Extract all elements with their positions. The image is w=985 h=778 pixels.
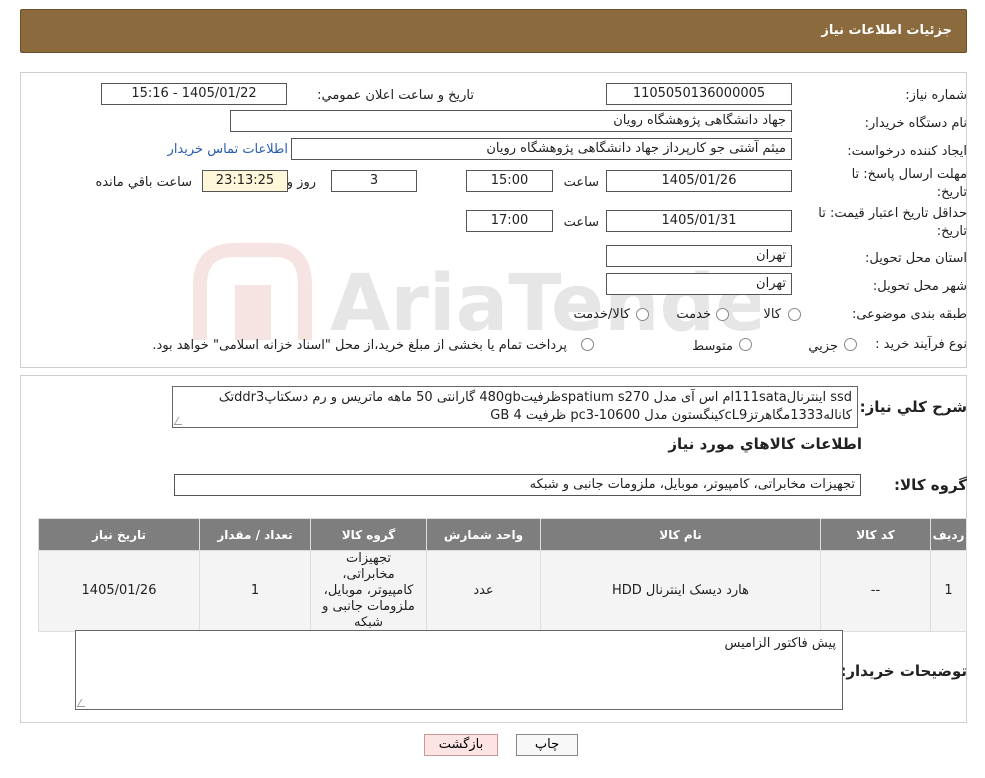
col-name: نام کالا xyxy=(540,518,821,551)
description-line-1: ssd اینترنال111sataام اس آی مدل spatium … xyxy=(218,390,852,405)
province-field: تهران xyxy=(606,245,792,267)
contact-buyer-link[interactable]: اطلاعات تماس خريدار xyxy=(168,142,288,157)
cell-name: هارد دیسک اینترنال HDD xyxy=(540,550,821,632)
col-date: تاريخ نياز xyxy=(38,518,200,551)
remaining-label: ساعت باقي مانده xyxy=(95,175,192,190)
col-qty: تعداد / مقدار xyxy=(199,518,311,551)
process-label: نوع فرآيند خريد : xyxy=(875,337,967,352)
general-description-field: ssd اینترنال111sataام اس آی مدل spatium … xyxy=(172,386,858,428)
table-header-row: رديف کد کالا نام کالا واحد شمارش گروه کا… xyxy=(38,518,967,551)
col-code: کد کالا xyxy=(820,518,931,551)
reply-time-label: ساعت xyxy=(563,175,599,190)
price-valid-label: حداقل تاريخ اعتبار قيمت: تا تاريخ: xyxy=(818,206,967,239)
need-number-field: 1105050136000005 xyxy=(606,83,792,105)
category-option-goods-service: کالا/خدمت xyxy=(573,307,630,322)
city-field: تهران xyxy=(606,273,792,295)
price-valid-time-field: 17:00 xyxy=(466,210,553,232)
col-group: گروه کالا xyxy=(310,518,427,551)
category-radio-service[interactable] xyxy=(716,308,729,321)
process-radio-medium[interactable] xyxy=(739,338,752,351)
category-radio-goods[interactable] xyxy=(788,308,801,321)
announce-field: 1405/01/22 - 15:16 xyxy=(101,83,287,105)
category-option-goods: کالا xyxy=(763,307,781,322)
description-line-2: کاناله1333مگاهرتزcL9کینگستون مدل pc3-106… xyxy=(490,408,852,423)
buyer-org-field: جهاد دانشگاهی پژوهشگاه رويان xyxy=(230,110,792,132)
reply-time-field: 15:00 xyxy=(466,170,553,192)
print-button[interactable]: چاپ xyxy=(516,734,578,756)
cell-qty: 1 xyxy=(199,550,311,632)
need-number-label: شماره نیاز: xyxy=(905,88,967,103)
general-description-label: شرح کلي نياز: xyxy=(859,398,967,416)
announce-label: تاریخ و ساعت اعلان عمومي: xyxy=(317,88,474,103)
buyer-notes-label: توضيحات خريدار: xyxy=(840,662,967,680)
province-label: استان محل تحويل: xyxy=(865,251,967,266)
goods-group-field: تجهيزات مخابراتی، کامپيوتر، موبايل، ملزو… xyxy=(174,474,861,496)
reply-date-field: 1405/01/26 xyxy=(606,170,792,192)
col-unit: واحد شمارش xyxy=(426,518,541,551)
cell-group: تجهيزات مخابراتی، کامپيوتر، موبايل، ملزو… xyxy=(310,550,427,632)
buyer-notes-text: پیش فاکتور الزامیس xyxy=(724,636,836,651)
process-note: پرداخت تمام يا بخشی از مبلغ خريد،از محل … xyxy=(152,338,567,353)
process-option-minor: جزيي xyxy=(808,339,838,354)
buyer-org-label: نام دستگاه خريدار: xyxy=(864,116,967,131)
reply-deadline-label: مهلت ارسال پاسخ: تا تاريخ: xyxy=(851,167,967,200)
category-label: طبقه بندی موضوعی: xyxy=(851,307,967,322)
requester-field: میثم آشتی جو کارپرداز جهاد دانشگاهی پژوه… xyxy=(291,138,792,160)
cell-date: 1405/01/26 xyxy=(38,550,200,632)
col-row: رديف xyxy=(930,518,967,551)
requester-label: ايجاد کننده درخواست: xyxy=(847,144,967,159)
days-field: 3 xyxy=(331,170,417,192)
cell-code: -- xyxy=(820,550,931,632)
days-label: روز و xyxy=(286,175,316,190)
city-label: شهر محل تحويل: xyxy=(872,279,967,294)
back-button[interactable]: بازگشت xyxy=(424,734,498,756)
process-radio-treasury[interactable] xyxy=(581,338,594,351)
process-option-medium: متوسط xyxy=(692,339,733,354)
price-valid-date-field: 1405/01/31 xyxy=(606,210,792,232)
remaining-time-field: 23:13:25 xyxy=(202,170,288,192)
notes-resize-handle-icon[interactable] xyxy=(76,699,90,707)
cell-unit: عدد xyxy=(426,550,541,632)
goods-info-title: اطلاعات کالاهاي مورد نياز xyxy=(668,435,862,453)
category-radio-goods-service[interactable] xyxy=(636,308,649,321)
page-header: جزئیات اطلاعات نیاز xyxy=(20,9,967,53)
price-valid-time-label: ساعت xyxy=(563,215,599,230)
buyer-notes-field: پیش فاکتور الزامیس xyxy=(75,630,843,710)
goods-table: رديف کد کالا نام کالا واحد شمارش گروه کا… xyxy=(38,518,967,632)
category-option-service: خدمت xyxy=(676,307,711,322)
page-title: جزئیات اطلاعات نیاز xyxy=(821,23,952,38)
goods-group-label: گروه کالا: xyxy=(894,476,967,494)
cell-row: 1 xyxy=(930,550,967,632)
process-radio-minor[interactable] xyxy=(844,338,857,351)
table-row: 1 -- هارد دیسک اینترنال HDD عدد تجهيزات … xyxy=(38,550,967,632)
